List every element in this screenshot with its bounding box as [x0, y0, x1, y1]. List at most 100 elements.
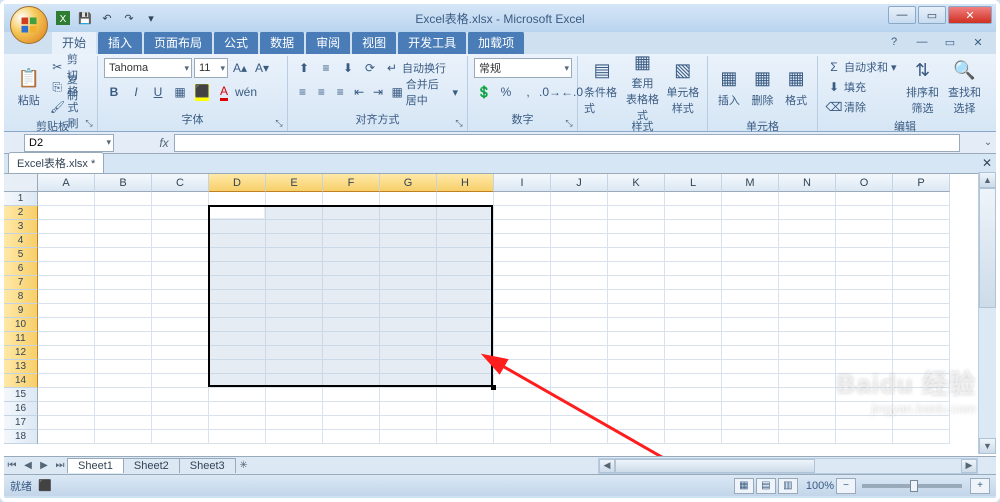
cell[interactable] [38, 220, 95, 234]
column-header[interactable]: I [494, 174, 551, 192]
insert-cells-button[interactable]: ▦插入 [714, 58, 744, 116]
cell[interactable] [152, 416, 209, 430]
cell[interactable] [152, 430, 209, 444]
cell[interactable] [494, 290, 551, 304]
cell[interactable] [836, 388, 893, 402]
column-header[interactable]: C [152, 174, 209, 192]
cell[interactable] [779, 220, 836, 234]
cell[interactable] [608, 206, 665, 220]
column-header[interactable]: L [665, 174, 722, 192]
cell[interactable] [266, 262, 323, 276]
cell[interactable] [722, 234, 779, 248]
worksheet-grid[interactable]: ABCDEFGHIJKLMNOP 12345678910111213141516… [4, 174, 996, 456]
cell[interactable] [209, 416, 266, 430]
cell[interactable] [722, 388, 779, 402]
cell[interactable] [437, 220, 494, 234]
ribbon-close-button[interactable]: ✕ [968, 34, 988, 50]
cell[interactable] [38, 374, 95, 388]
scroll-right-button[interactable]: ▶ [961, 459, 977, 473]
cell[interactable] [437, 332, 494, 346]
cell[interactable] [494, 276, 551, 290]
scroll-up-button[interactable]: ▲ [979, 172, 996, 188]
cell[interactable] [779, 402, 836, 416]
cell[interactable] [665, 220, 722, 234]
cell[interactable] [266, 248, 323, 262]
ribbon-tab-2[interactable]: 页面布局 [144, 31, 212, 54]
cell[interactable] [722, 360, 779, 374]
cell[interactable] [323, 220, 380, 234]
cell[interactable] [38, 318, 95, 332]
ribbon-tab-6[interactable]: 视图 [352, 31, 396, 54]
cell[interactable] [380, 290, 437, 304]
grow-font-button[interactable]: A▴ [230, 58, 250, 78]
row-header[interactable]: 12 [4, 346, 38, 360]
cell[interactable] [665, 318, 722, 332]
format-as-table-button[interactable]: ▦套用 表格格式 [624, 58, 660, 116]
cell[interactable] [152, 360, 209, 374]
cell[interactable] [665, 388, 722, 402]
new-sheet-button[interactable]: ✳ [236, 458, 252, 474]
cell[interactable] [437, 206, 494, 220]
cell[interactable] [608, 304, 665, 318]
align-bottom-button[interactable]: ⬇ [338, 58, 358, 78]
format-cells-button[interactable]: ▦格式 [781, 58, 811, 116]
cell[interactable] [836, 220, 893, 234]
cell[interactable] [494, 332, 551, 346]
select-all-button[interactable] [4, 174, 38, 192]
decrease-indent-button[interactable]: ⇤ [351, 82, 368, 102]
conditional-format-button[interactable]: ▤条件格式 [584, 58, 620, 116]
cell[interactable] [437, 234, 494, 248]
cell[interactable] [893, 430, 950, 444]
cell[interactable] [722, 416, 779, 430]
cell[interactable] [266, 234, 323, 248]
row-header[interactable]: 10 [4, 318, 38, 332]
orientation-button[interactable]: ⟳ [360, 58, 380, 78]
cell[interactable] [608, 416, 665, 430]
row-header[interactable]: 15 [4, 388, 38, 402]
cell[interactable] [779, 304, 836, 318]
cell[interactable] [494, 346, 551, 360]
increase-decimal-button[interactable]: .0→ [540, 82, 560, 102]
cell[interactable] [95, 220, 152, 234]
cell[interactable] [266, 346, 323, 360]
cell[interactable] [323, 304, 380, 318]
cell[interactable] [266, 430, 323, 444]
column-header[interactable]: H [437, 174, 494, 192]
cell[interactable] [551, 262, 608, 276]
cell[interactable] [893, 374, 950, 388]
macro-record-icon[interactable]: ⬛ [38, 479, 52, 492]
cell[interactable] [551, 388, 608, 402]
cell[interactable] [494, 304, 551, 318]
normal-view-button[interactable]: ▦ [734, 478, 754, 494]
cell[interactable] [380, 234, 437, 248]
cell[interactable] [95, 346, 152, 360]
workbook-tab[interactable]: Excel表格.xlsx * [8, 152, 104, 173]
cell[interactable] [836, 192, 893, 206]
cell[interactable] [95, 388, 152, 402]
ribbon-tab-7[interactable]: 开发工具 [398, 31, 466, 54]
sheet-tab[interactable]: Sheet1 [67, 458, 124, 473]
cell[interactable] [380, 416, 437, 430]
row-header[interactable]: 16 [4, 402, 38, 416]
cell[interactable] [779, 206, 836, 220]
column-header[interactable]: E [266, 174, 323, 192]
alignment-dialog-launcher[interactable]: ⤡ [453, 117, 465, 129]
cell[interactable] [893, 276, 950, 290]
cell[interactable] [665, 430, 722, 444]
cell[interactable] [380, 346, 437, 360]
increase-indent-button[interactable]: ⇥ [370, 82, 387, 102]
clear-button[interactable]: ⌫清除 [824, 98, 900, 116]
sheet-nav-prev-button[interactable]: ◀ [20, 458, 36, 474]
cell[interactable] [323, 346, 380, 360]
cell[interactable] [323, 402, 380, 416]
cell[interactable] [722, 220, 779, 234]
cell[interactable] [836, 416, 893, 430]
cell[interactable] [38, 388, 95, 402]
row-header[interactable]: 6 [4, 262, 38, 276]
column-header[interactable]: G [380, 174, 437, 192]
cell[interactable] [893, 220, 950, 234]
cell[interactable] [266, 374, 323, 388]
cell[interactable] [722, 346, 779, 360]
cell[interactable] [551, 430, 608, 444]
minimize-button[interactable]: — [888, 6, 916, 24]
